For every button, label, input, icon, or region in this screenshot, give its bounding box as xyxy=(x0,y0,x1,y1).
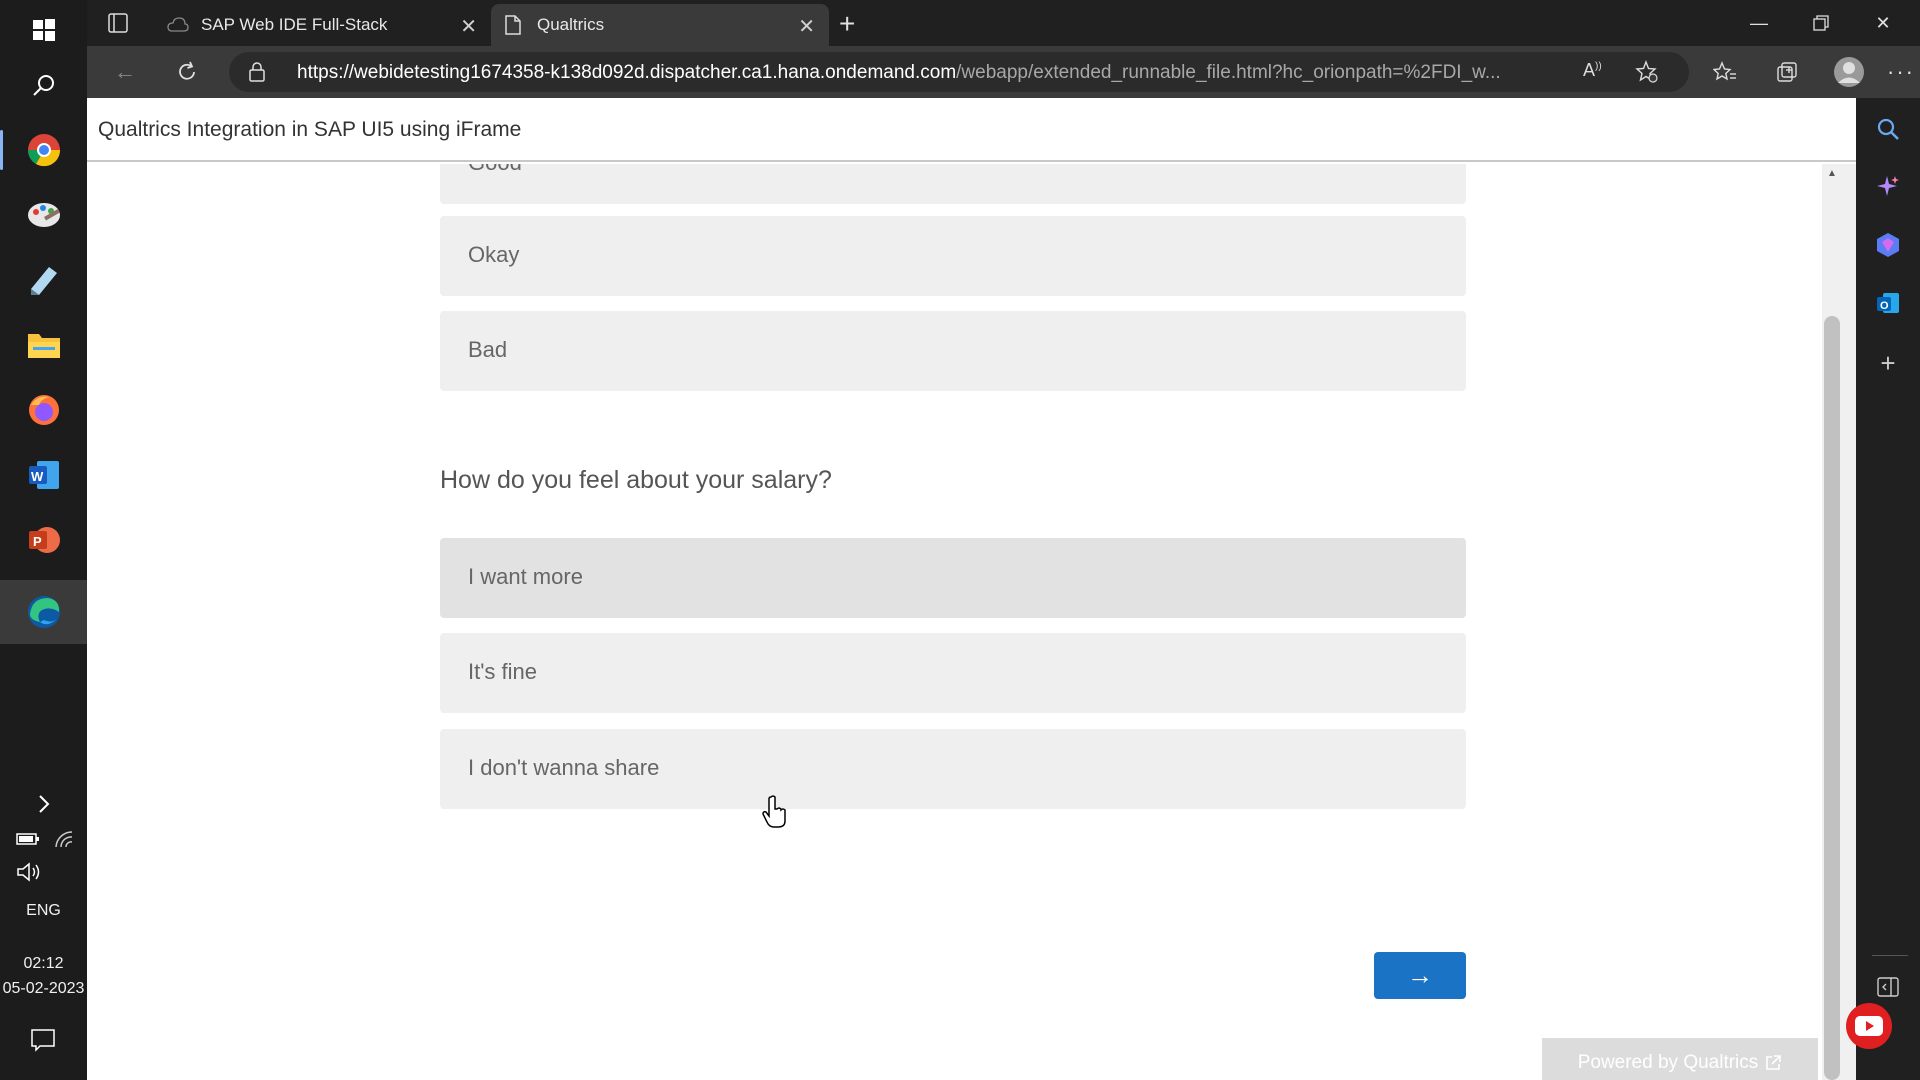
chevron-right-icon[interactable] xyxy=(0,774,87,834)
svg-text:W: W xyxy=(31,469,44,484)
profile-avatar-icon[interactable] xyxy=(1831,56,1867,88)
sparkle-icon[interactable] xyxy=(1856,162,1920,212)
address-bar[interactable]: https://webidetesting1674358-k138d092d.d… xyxy=(229,52,1689,92)
back-icon[interactable]: ← xyxy=(107,56,143,88)
notes-app-icon[interactable] xyxy=(0,250,87,310)
notification-icon[interactable] xyxy=(30,1028,56,1057)
refresh-icon[interactable] xyxy=(169,56,205,88)
firefox-icon[interactable] xyxy=(0,380,87,440)
browser-tab-bar: SAP Web IDE Full-Stack ✕ Qualtrics ✕ + —… xyxy=(87,0,1920,46)
language-indicator[interactable]: ENG xyxy=(0,902,87,920)
choice-label: Okay xyxy=(468,242,520,267)
paint-icon[interactable] xyxy=(0,185,87,245)
windows-start-icon[interactable] xyxy=(0,0,87,60)
browser-nav-bar: ← https://webidetesting1674358-k138d092d… xyxy=(87,46,1920,98)
choice-okay[interactable]: Okay xyxy=(440,216,1466,296)
outlook-icon[interactable]: O xyxy=(1856,278,1920,328)
powered-by-qualtrics-link[interactable]: Powered by Qualtrics xyxy=(1542,1038,1818,1080)
close-icon[interactable]: ✕ xyxy=(460,14,477,39)
powerpoint-icon[interactable]: P xyxy=(0,510,87,570)
document-icon xyxy=(505,15,521,35)
cloud-icon xyxy=(167,17,189,32)
question-text: How do you feel about your salary? xyxy=(440,466,832,494)
url-host: https://webidetesting1674358-k138d092d.d… xyxy=(297,62,957,83)
choice-label: Bad xyxy=(468,337,508,362)
choice-want-more[interactable]: I want more xyxy=(440,538,1466,618)
word-icon[interactable]: W xyxy=(0,445,87,505)
edge-icon[interactable] xyxy=(0,580,87,644)
choice-label: I want more xyxy=(468,564,583,589)
edge-sidebar: O + xyxy=(1856,98,1920,1080)
close-icon[interactable]: ✕ xyxy=(798,14,815,39)
collections-icon[interactable] xyxy=(1769,56,1805,88)
add-favorite-icon[interactable] xyxy=(1635,60,1659,89)
choice-dont-share[interactable]: I don't wanna share xyxy=(440,729,1466,809)
app-header: Qualtrics Integration in SAP UI5 using i… xyxy=(87,98,1856,162)
tab-label: Qualtrics xyxy=(537,15,605,34)
chrome-icon[interactable] xyxy=(0,120,87,180)
battery-icon[interactable] xyxy=(16,830,40,851)
svg-text:P: P xyxy=(33,534,42,549)
copilot-icon[interactable] xyxy=(1856,220,1920,270)
file-explorer-icon[interactable] xyxy=(0,315,87,375)
scroll-up-arrow-icon[interactable]: ▲ xyxy=(1824,168,1840,182)
new-tab-icon[interactable]: + xyxy=(839,8,855,40)
svg-text:O: O xyxy=(1880,300,1889,312)
read-aloud-icon[interactable]: A)) xyxy=(1583,60,1602,81)
next-button[interactable]: → xyxy=(1374,952,1466,999)
restore-icon[interactable] xyxy=(1790,0,1852,46)
wifi-icon[interactable] xyxy=(54,830,74,853)
volume-icon[interactable] xyxy=(16,862,42,887)
search-icon[interactable] xyxy=(0,55,87,115)
choice-good[interactable]: Good xyxy=(440,164,1466,204)
qualtrics-iframe: Good Okay Bad How do you feel about your… xyxy=(87,164,1822,1080)
favorites-icon[interactable] xyxy=(1707,56,1743,88)
lock-icon[interactable] xyxy=(249,62,265,87)
tab-sap-web-ide[interactable]: SAP Web IDE Full-Stack ✕ xyxy=(153,4,491,46)
choice-label: I don't wanna share xyxy=(468,755,660,780)
windows-taskbar: W P ENG 02:12 05-02-2023 xyxy=(0,0,87,1080)
powered-by-label: Powered by Qualtrics xyxy=(1577,1052,1759,1073)
sidebar-search-icon[interactable] xyxy=(1856,104,1920,154)
minimize-icon[interactable]: — xyxy=(1728,0,1790,46)
add-sidebar-icon[interactable]: + xyxy=(1856,338,1920,388)
hand-cursor-icon xyxy=(762,795,788,834)
more-menu-icon[interactable]: ··· xyxy=(1883,56,1919,88)
youtube-subscribe-icon[interactable] xyxy=(1846,1003,1892,1049)
tab-label: SAP Web IDE Full-Stack xyxy=(201,15,388,34)
clock-time[interactable]: 02:12 xyxy=(0,955,87,973)
choice-label: Good xyxy=(468,164,522,176)
url-text[interactable]: https://webidetesting1674358-k138d092d.d… xyxy=(297,62,1567,84)
url-path: /webapp/extended_runnable_file.html?hc_o… xyxy=(956,62,1501,83)
scrollbar-thumb[interactable] xyxy=(1824,316,1840,1080)
tab-qualtrics[interactable]: Qualtrics ✕ xyxy=(491,4,829,46)
choice-its-fine[interactable]: It's fine xyxy=(440,633,1466,713)
web-page: Qualtrics Integration in SAP UI5 using i… xyxy=(87,98,1856,1080)
tab-actions-icon[interactable] xyxy=(107,12,129,39)
choice-bad[interactable]: Bad xyxy=(440,311,1466,391)
close-window-icon[interactable]: ✕ xyxy=(1852,0,1914,46)
choice-label: It's fine xyxy=(468,659,538,684)
clock-date[interactable]: 05-02-2023 xyxy=(0,980,87,998)
page-title: Qualtrics Integration in SAP UI5 using i… xyxy=(98,118,522,141)
external-link-icon xyxy=(1766,1055,1782,1070)
